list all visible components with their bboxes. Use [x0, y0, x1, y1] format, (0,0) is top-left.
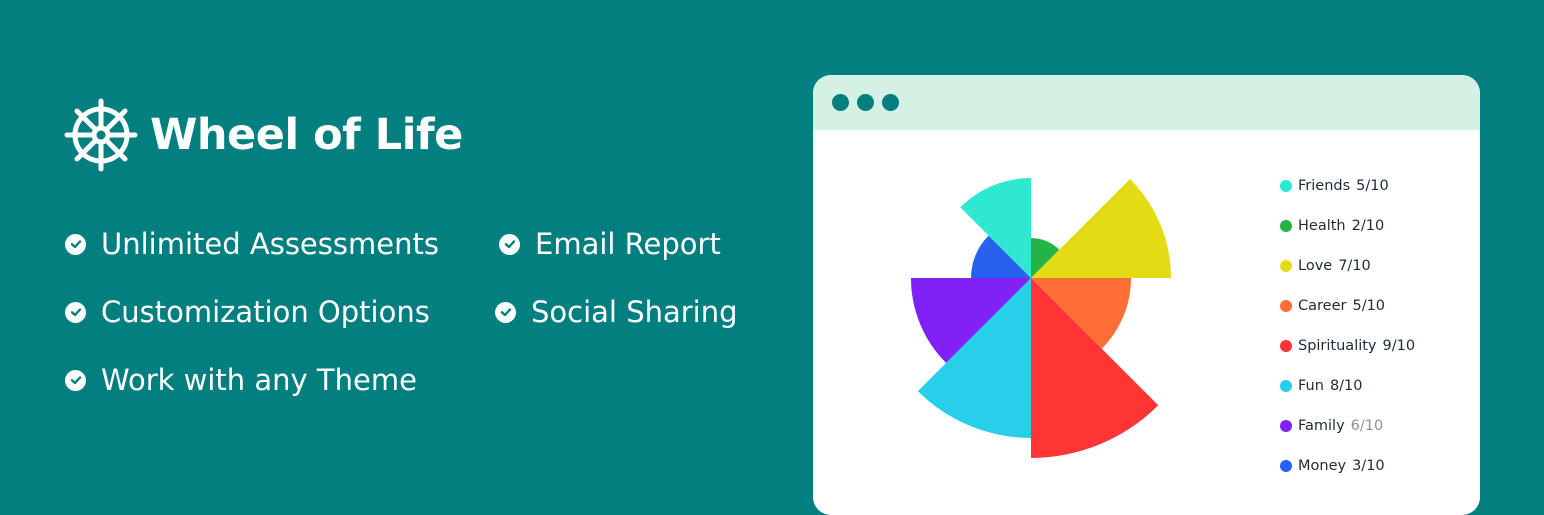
legend-score: 7/10 [1338, 258, 1371, 274]
browser-window: Friends 5/10 Health 2/10 Love 7/10 Career 5/10 S… [813, 75, 1480, 515]
legend-label: Family [1298, 418, 1345, 434]
legend-label: Love [1298, 258, 1333, 274]
feature-email-report: Email Report [499, 227, 721, 261]
feature-label: Email Report [535, 227, 721, 261]
legend-item-fun: Fun 8/10 [1280, 366, 1415, 406]
legend-dot [1280, 380, 1292, 392]
legend-item-love: Love 7/10 [1280, 246, 1415, 286]
legend-label: Spirituality [1298, 338, 1377, 354]
legend-dot [1280, 260, 1292, 272]
legend-item-spirituality: Spirituality 9/10 [1280, 326, 1415, 366]
legend-dot [1280, 420, 1292, 432]
check-circle-icon [495, 301, 516, 323]
check-circle-icon [65, 369, 86, 391]
legend-score: 8/10 [1329, 378, 1363, 394]
feature-social-sharing: Social Sharing [495, 295, 738, 329]
check-circle-icon [499, 233, 520, 255]
chart-segment-love [1031, 179, 1171, 278]
legend-score: 9/10 [1382, 338, 1416, 354]
legend-score: 5/10 [1352, 298, 1386, 314]
chart-legend: Friends 5/10 Health 2/10 Love 7/10 Career 5/10 S… [1280, 166, 1415, 486]
window-dot [857, 94, 874, 111]
legend-item-health: Health 2/10 [1280, 206, 1415, 246]
legend-score: 2/10 [1351, 218, 1385, 234]
legend-dot [1280, 220, 1292, 232]
legend-score: 6/10 [1350, 418, 1384, 434]
legend-dot [1280, 180, 1292, 192]
legend-item-career: Career 5/10 [1280, 286, 1415, 326]
ship-wheel-icon [64, 98, 138, 172]
wheel-of-life-chart [910, 178, 1171, 458]
legend-item-family: Family 6/10 [1280, 406, 1415, 446]
feature-work-with-any-theme: Work with any Theme [65, 363, 417, 397]
window-titlebar [813, 75, 1480, 130]
legend-item-money: Money 3/10 [1280, 446, 1415, 486]
feature-customization-options: Customization Options [65, 295, 430, 329]
legend-label: Career [1298, 298, 1347, 314]
legend-label: Friends [1298, 178, 1351, 194]
feature-label: Unlimited Assessments [101, 227, 439, 261]
legend-score: 5/10 [1356, 178, 1389, 194]
window-dot [832, 94, 849, 111]
feature-unlimited-assessments: Unlimited Assessments [65, 227, 439, 261]
legend-label: Fun [1298, 378, 1324, 394]
legend-label: Money [1298, 458, 1347, 474]
brand-title: Wheel of Life [150, 110, 463, 160]
window-dot [882, 94, 899, 111]
legend-label: Health [1298, 218, 1346, 234]
legend-dot [1280, 460, 1292, 472]
legend-dot [1280, 340, 1292, 352]
check-circle-icon [65, 233, 86, 255]
legend-item-friends: Friends 5/10 [1280, 166, 1415, 206]
check-circle-icon [65, 301, 86, 323]
legend-score: 3/10 [1352, 458, 1385, 474]
feature-label: Customization Options [101, 295, 430, 329]
feature-label: Work with any Theme [101, 363, 417, 397]
feature-label: Social Sharing [531, 295, 738, 329]
legend-dot [1280, 300, 1292, 312]
